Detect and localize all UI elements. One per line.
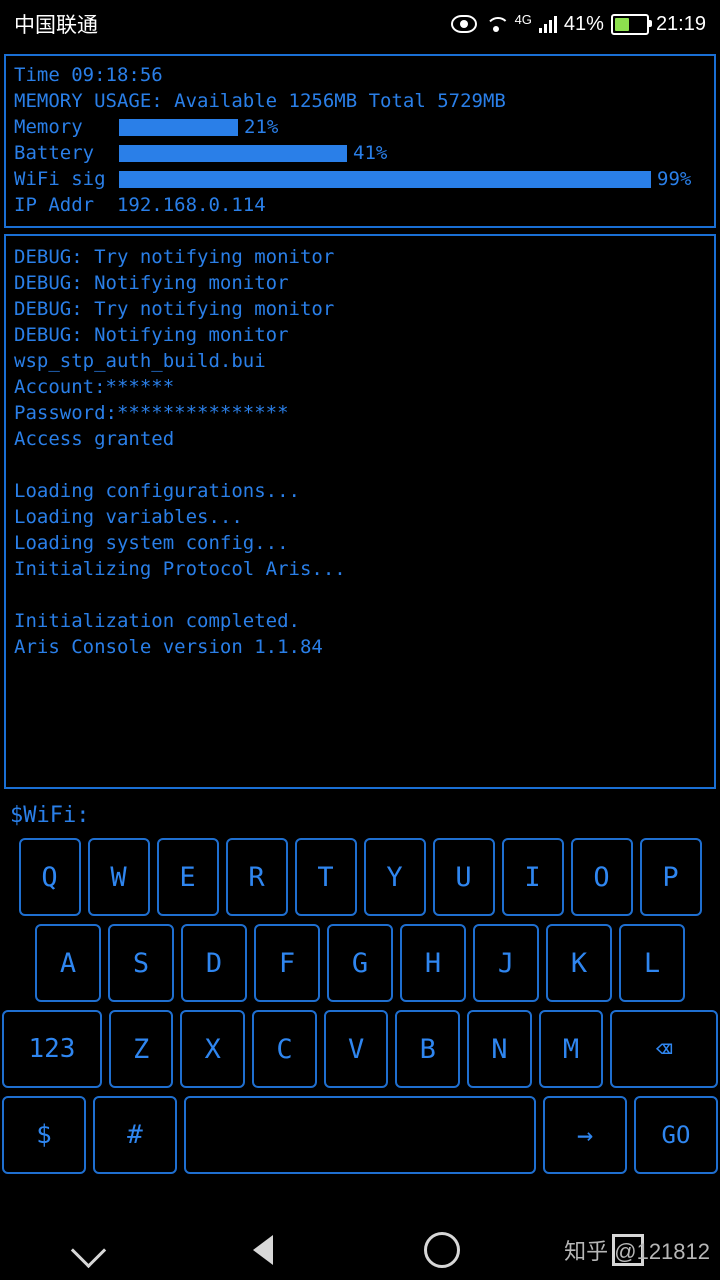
key-hash[interactable]: # — [93, 1096, 177, 1174]
keyboard-row-4: $ # → GO — [2, 1096, 718, 1174]
arrow-right-icon[interactable]: → — [543, 1096, 627, 1174]
key-s[interactable]: S — [108, 924, 174, 1002]
gauge-wifi: WiFi sig 99% — [14, 166, 706, 192]
console-line: DEBUG: Try notifying monitor — [14, 246, 335, 268]
on-screen-keyboard: Q W E R T Y U I O P A S D F G H J K L 12… — [0, 838, 720, 1174]
system-info-panel: Time 09:18:56 MEMORY USAGE: Available 12… — [4, 54, 716, 228]
key-v[interactable]: V — [323, 1010, 389, 1088]
wifi-icon — [484, 15, 508, 33]
keyboard-row-2: A S D F G H J K L — [2, 924, 718, 1002]
key-w[interactable]: W — [87, 838, 150, 916]
key-e[interactable]: E — [156, 838, 219, 916]
console-line: Initializing Protocol Aris... — [14, 558, 346, 580]
gauge-memory-bar — [119, 118, 238, 136]
key-y[interactable]: Y — [363, 838, 426, 916]
console-line: Account:****** — [14, 376, 175, 398]
phone-screen: 中国联通 4G 41% 21:19 Time 09:18:56 MEMORY U… — [0, 0, 720, 1280]
key-r[interactable]: R — [225, 838, 288, 916]
gauge-battery-label: Battery — [14, 142, 95, 164]
time-line: Time 09:18:56 — [14, 64, 163, 86]
gauge-battery-value: 41% — [353, 142, 388, 164]
watermark: 知乎 @121812 — [564, 1239, 710, 1264]
battery-icon — [610, 13, 652, 35]
console-line: Loading variables... — [14, 506, 243, 528]
key-z[interactable]: Z — [108, 1010, 174, 1088]
key-q[interactable]: Q — [18, 838, 81, 916]
gauge-wifi-value: 99% — [657, 168, 692, 190]
console-line: DEBUG: Notifying monitor — [14, 272, 289, 294]
ip-address-line: IP Addr 192.168.0.114 — [14, 194, 266, 216]
gauge-memory: Memory 21% — [14, 114, 706, 140]
key-f[interactable]: F — [254, 924, 320, 1002]
status-bar: 中国联通 4G 41% 21:19 — [0, 0, 720, 48]
console-line: Password:*************** — [14, 402, 289, 424]
console-line: Loading system config... — [14, 532, 289, 554]
eye-icon — [450, 15, 477, 33]
key-t[interactable]: T — [294, 838, 357, 916]
console-line: DEBUG: Try notifying monitor — [14, 298, 335, 320]
key-i[interactable]: I — [501, 838, 564, 916]
console-line: Aris Console version 1.1.84 — [14, 636, 323, 658]
key-m[interactable]: M — [538, 1010, 604, 1088]
key-c[interactable]: C — [252, 1010, 317, 1088]
key-n[interactable]: N — [467, 1010, 532, 1088]
console-line: Loading configurations... — [14, 480, 300, 502]
key-j[interactable]: J — [473, 924, 539, 1002]
memory-usage-line: MEMORY USAGE: Available 1256MB Total 572… — [14, 90, 506, 112]
backspace-icon[interactable]: ⌫ — [610, 1010, 718, 1088]
console-line: Access granted — [14, 428, 175, 450]
key-b[interactable]: B — [395, 1010, 461, 1088]
status-bar-right: 4G 41% 21:19 — [450, 11, 706, 36]
home-circle-icon[interactable] — [424, 1232, 461, 1268]
console-line: Initialization completed. — [14, 610, 300, 632]
key-space[interactable] — [184, 1096, 536, 1174]
gauge-wifi-label: WiFi sig — [14, 168, 106, 190]
gauge-wifi-bar — [119, 170, 651, 188]
console-output-panel[interactable]: DEBUG: Try notifying monitor DEBUG: Noti… — [4, 234, 716, 789]
key-o[interactable]: O — [570, 838, 633, 916]
console-line: DEBUG: Notifying monitor — [14, 324, 289, 346]
key-g[interactable]: G — [327, 924, 393, 1002]
key-h[interactable]: H — [400, 924, 466, 1002]
clock-label: 21:19 — [655, 12, 706, 35]
key-k[interactable]: K — [546, 924, 612, 1002]
back-triangle-icon[interactable] — [252, 1235, 273, 1265]
gauge-battery-bar — [119, 144, 347, 162]
console-line: wsp_stp_auth_build.bui — [14, 350, 266, 372]
network-type-label: 4G — [514, 11, 532, 27]
key-l[interactable]: L — [619, 924, 685, 1002]
chevron-down-icon[interactable] — [70, 1232, 107, 1268]
key-u[interactable]: U — [432, 838, 495, 916]
keyboard-row-3: 123 Z X C V B N M ⌫ — [2, 1010, 718, 1088]
gauge-memory-label: Memory — [14, 116, 83, 138]
status-bar-left: 中国联通 — [14, 9, 98, 39]
gauge-battery: Battery 41% — [14, 140, 706, 166]
keyboard-row-1: Q W E R T Y U I O P — [2, 838, 718, 916]
gauge-memory-value: 21% — [244, 116, 279, 138]
key-go[interactable]: GO — [634, 1096, 718, 1174]
key-x[interactable]: X — [180, 1010, 246, 1088]
key-d[interactable]: D — [181, 924, 247, 1002]
signal-bars-icon — [538, 15, 557, 33]
battery-percent-label: 41% — [563, 12, 604, 35]
key-a[interactable]: A — [35, 924, 101, 1002]
key-p[interactable]: P — [639, 838, 702, 916]
carrier-label: 中国联通 — [14, 14, 98, 37]
key-dollar[interactable]: $ — [2, 1096, 86, 1174]
command-prompt[interactable]: $WiFi: — [0, 789, 720, 838]
key-numeric-mode[interactable]: 123 — [2, 1010, 102, 1088]
